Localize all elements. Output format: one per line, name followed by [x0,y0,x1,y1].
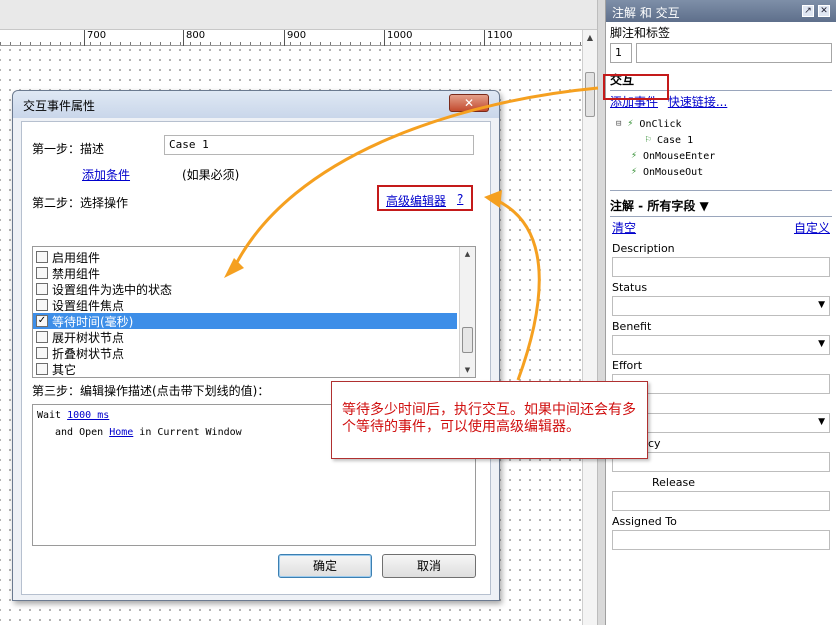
annotation-callout: 等待多少时间后，执行交互。如果中间还会有多个等待的事件，可以使用高级编辑器。 [331,381,648,459]
arrow-head [224,258,244,278]
arrow-head [484,190,502,208]
arrow-to-wait-action [230,86,599,273]
arrow-to-advanced-editor [495,198,541,381]
callout-text: 等待多少时间后，执行交互。如果中间还会有多个等待的事件，可以使用高级编辑器。 [342,402,636,435]
annotation-arrows [224,86,599,381]
